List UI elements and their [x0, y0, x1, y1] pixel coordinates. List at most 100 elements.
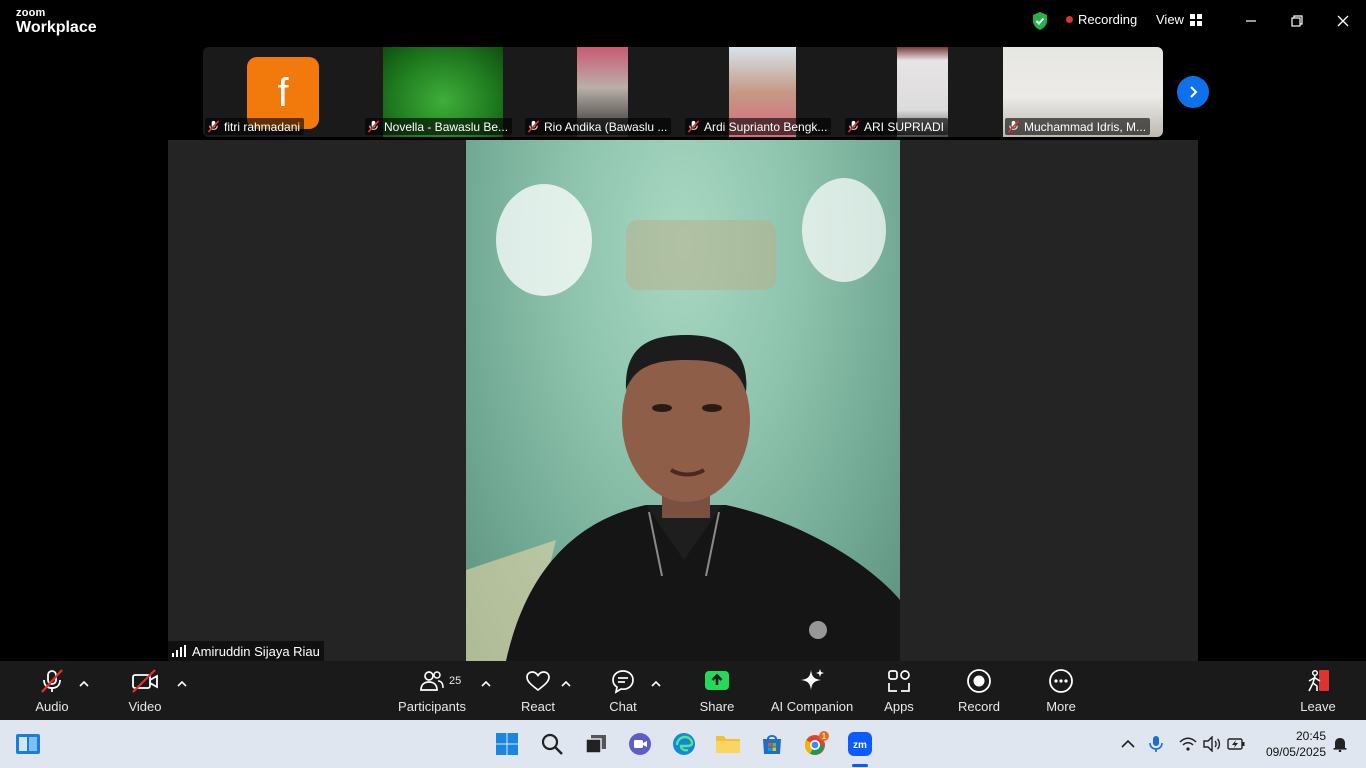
participant-name-tag: Novella - Bawaslu Be... [365, 118, 513, 135]
clock-time: 20:45 [1295, 729, 1326, 743]
show-hidden-icons-button[interactable] [1114, 730, 1142, 758]
participant-name-tag: ARI SUPRIADI [845, 118, 949, 135]
folder-icon [716, 736, 740, 753]
teams-meet-button[interactable] [626, 730, 654, 758]
participant-count-badge: 25 [449, 675, 462, 687]
apps-button[interactable]: Apps [882, 667, 916, 717]
chat-label: Chat [609, 699, 637, 714]
edge-browser-button[interactable] [670, 730, 698, 758]
zoom-logo: zoom Workplace [16, 8, 97, 36]
wifi-icon [1179, 737, 1197, 751]
task-view-button[interactable] [582, 730, 610, 758]
view-button[interactable]: View [1156, 12, 1202, 27]
system-clock[interactable]: 20:45 09/05/2025 [1256, 728, 1326, 760]
chrome-button[interactable]: 1 [802, 730, 830, 758]
shield-icon[interactable] [1031, 11, 1049, 31]
video-chat-icon [629, 733, 651, 755]
chevron-up-icon [1121, 739, 1135, 748]
video-off-icon [132, 669, 158, 693]
zoom-taskbar-button[interactable]: zm [846, 730, 874, 758]
participant-tile[interactable]: Rio Andika (Bawaslu ... [523, 47, 683, 137]
recording-indicator[interactable]: Recording [1066, 12, 1137, 27]
restore-icon [1291, 15, 1303, 27]
notifications-button[interactable] [1326, 730, 1354, 758]
active-app-indicator [852, 764, 868, 767]
leave-button[interactable]: Leave [1300, 667, 1336, 717]
widgets-button[interactable] [14, 730, 42, 758]
record-icon [967, 669, 991, 693]
participants-options-caret[interactable] [480, 678, 492, 688]
task-view-icon [585, 735, 606, 754]
video-options-caret[interactable] [176, 678, 188, 688]
record-button[interactable]: Record [958, 667, 1000, 717]
participants-icon [420, 671, 444, 691]
mic-muted-icon [1007, 120, 1020, 133]
chat-icon [612, 670, 634, 694]
share-button[interactable]: Share [698, 667, 736, 717]
chevron-right-icon [1190, 86, 1198, 98]
react-button[interactable]: React [518, 667, 558, 717]
store-icon [763, 735, 781, 754]
battery-charging-icon [1227, 738, 1245, 750]
file-explorer-button[interactable] [714, 730, 742, 758]
participant-thumbnail-strip: f fitri rahmadani Novella - Bawaslu Be..… [203, 47, 1163, 137]
ai-companion-button[interactable]: AI Companion [771, 667, 853, 717]
mic-muted-icon [527, 120, 540, 133]
search-button[interactable] [538, 730, 566, 758]
participants-label: Participants [398, 699, 466, 714]
title-bar: zoom Workplace Recording View [0, 0, 1366, 44]
participant-tile[interactable]: Ardi Suprianto Bengk... [683, 47, 843, 137]
windows-taskbar: 1 zm [0, 720, 1366, 768]
participant-name-tag: Rio Andika (Bawaslu ... [525, 118, 672, 135]
signal-strength-icon [172, 645, 186, 657]
participant-tile[interactable]: f fitri rahmadani [203, 47, 363, 137]
react-options-caret[interactable] [560, 678, 572, 688]
minimize-button[interactable] [1239, 10, 1263, 32]
participant-tile[interactable]: Muchammad Idris, M... [1003, 47, 1163, 137]
battery-tray-button[interactable] [1222, 730, 1250, 758]
chrome-notification-badge: 1 [822, 732, 827, 741]
more-icon [1049, 669, 1073, 693]
restore-button[interactable] [1285, 10, 1309, 32]
leave-label: Leave [1300, 699, 1336, 714]
audio-label: Audio [35, 699, 69, 714]
active-speaker-video [466, 140, 900, 661]
mic-muted-icon [367, 120, 380, 133]
mic-muted-icon [847, 120, 860, 133]
close-icon [1337, 15, 1349, 27]
share-screen-icon [705, 671, 729, 690]
mic-muted-icon [41, 669, 63, 693]
audio-options-caret[interactable] [78, 678, 90, 688]
active-speaker-name-tag: Amiruddin Sijaya Riau [168, 641, 324, 661]
audio-button[interactable]: Audio [34, 667, 70, 717]
chevron-up-icon [79, 680, 89, 687]
share-label: Share [699, 699, 735, 714]
close-button[interactable] [1331, 10, 1355, 32]
start-button[interactable] [493, 730, 521, 758]
apps-label: Apps [884, 699, 914, 714]
participant-tile[interactable]: Novella - Bawaslu Be... [363, 47, 523, 137]
chevron-up-icon [651, 680, 661, 687]
participant-tile[interactable]: ARI SUPRIADI [843, 47, 1003, 137]
video-button[interactable]: Video [126, 667, 164, 717]
speaker-name: Amiruddin Sijaya Riau [192, 643, 320, 659]
sparkle-icon [801, 669, 824, 690]
grid-icon [1189, 13, 1202, 26]
mic-muted-icon [687, 120, 700, 133]
speaker-video-illustration [466, 178, 900, 661]
brand-big-text: Workplace [16, 19, 97, 36]
chat-options-caret[interactable] [650, 678, 662, 688]
more-button[interactable]: More [1044, 667, 1078, 717]
mic-muted-icon [207, 120, 220, 133]
active-speaker-stage [168, 140, 1198, 661]
minimize-icon [1246, 20, 1256, 22]
microphone-icon [1149, 736, 1163, 752]
microphone-tray-button[interactable] [1142, 730, 1170, 758]
meeting-toolbar: Audio Video Participants React Chat Shar… [0, 661, 1366, 720]
recording-label: Recording [1078, 12, 1138, 27]
clock-date: 09/05/2025 [1265, 745, 1326, 759]
next-page-button[interactable] [1177, 76, 1209, 108]
store-button[interactable] [758, 730, 786, 758]
chevron-up-icon [561, 680, 571, 687]
chat-button[interactable]: Chat [605, 667, 641, 717]
